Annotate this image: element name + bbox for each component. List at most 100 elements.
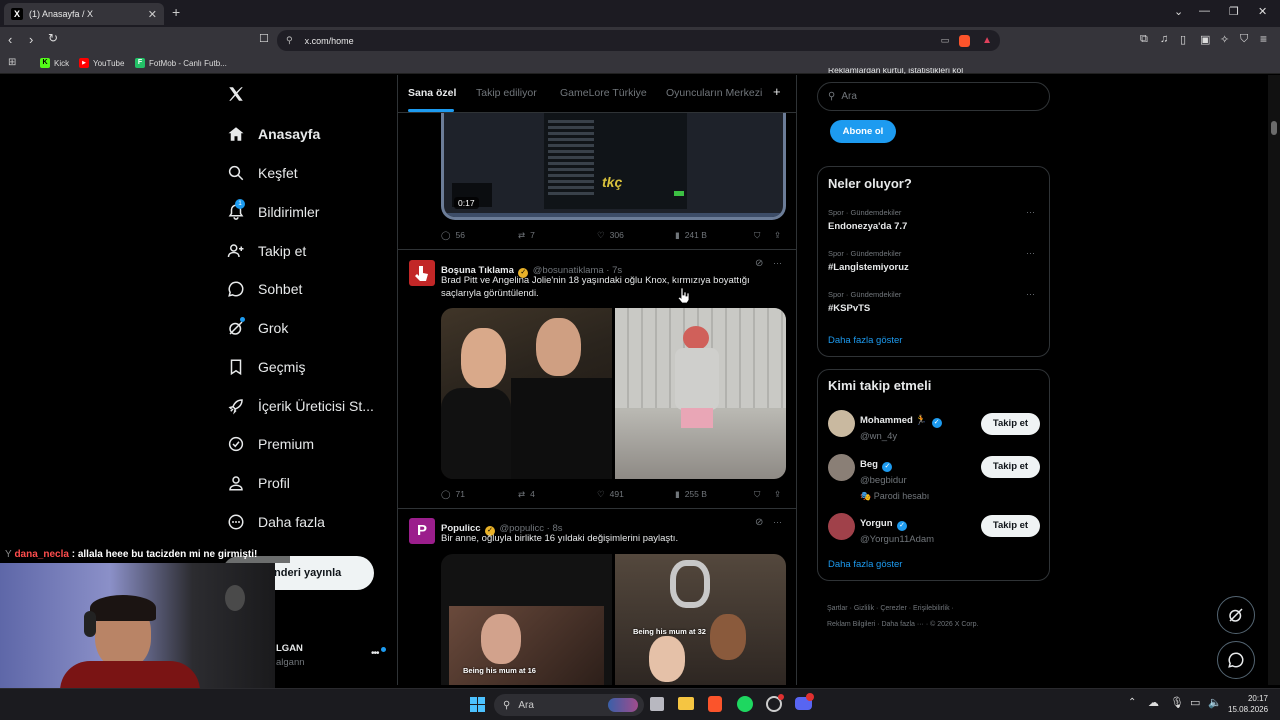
forward-icon[interactable]: › [29,32,33,47]
share-icon[interactable]: ⇪ [774,489,781,500]
trends-show-more-link[interactable]: Daha fazla göster [828,335,902,346]
suggestion-user[interactable]: Beg ✓ @begbidur 🎭 Parodi hesabı [860,454,929,502]
grok-float-button[interactable] [1217,596,1255,634]
tweet-photo-2[interactable] [615,308,786,479]
page-scrollbar[interactable] [1268,75,1280,685]
views-button[interactable]: ▮ 255 B [675,489,707,500]
site-info-icon[interactable]: ⚲ [286,35,293,46]
menu-icon[interactable]: ≡ [1260,32,1267,46]
follow-button[interactable]: Takip et [981,515,1040,537]
add-tab-icon[interactable]: + [773,84,781,99]
messages-float-button[interactable] [1217,641,1255,679]
file-explorer-icon[interactable] [678,697,694,710]
media-icon[interactable]: ♫ [1160,33,1168,45]
brave-shield-icon[interactable] [959,34,971,47]
tray-chevron-icon[interactable]: ⌃ [1128,697,1136,708]
like-button[interactable]: ♡ 306 [597,230,624,241]
bookmark-page-icon[interactable]: ☐ [259,32,269,45]
avatar[interactable] [828,454,855,481]
footer-link-ads[interactable]: Reklam Bilgileri [827,621,875,628]
browser-tab[interactable]: X (1) Anasayfa / X ✕ [4,3,164,25]
volume-icon[interactable]: 🔈 [1208,696,1222,709]
reload-icon[interactable]: ↻ [48,31,58,45]
nav-more[interactable]: Daha fazla [226,507,325,537]
brave-browser-icon[interactable] [708,696,722,712]
wallet-icon[interactable]: ▣ [1200,33,1210,46]
tweet-video[interactable]: tkç 0:17 [441,113,786,220]
tweet-photo-4[interactable]: Being his mum at 32 [615,554,786,685]
retweet-button[interactable]: ⇄ 4 [518,489,535,500]
who-show-more-link[interactable]: Daha fazla göster [828,559,902,570]
nav-profile[interactable]: Profil [226,468,290,498]
tab-oyuncularin-merkezi[interactable]: Oyuncuların Merkezi [666,87,762,99]
taskbar-search[interactable]: ⚲ Ara [494,694,644,716]
minimize-icon[interactable]: — [1199,5,1210,17]
share-icon[interactable]: ⇪ [774,230,781,241]
footer-link-privacy[interactable]: Gizlilik [854,605,874,612]
nav-bookmarks[interactable]: Geçmiş [226,352,305,382]
reply-button[interactable]: ◯ 56 [441,230,465,241]
reply-button[interactable]: ◯ 71 [441,489,465,500]
sidebar-icon[interactable]: ▯ [1180,33,1186,46]
x-logo-icon[interactable] [227,85,245,108]
address-bar[interactable]: ⚲ x.com/home ▭ ▲ [277,30,1000,51]
nav-home[interactable]: Anasayfa [226,119,320,149]
new-tab-button[interactable]: + [172,4,180,20]
trend-item[interactable]: Spor · Gündemdekiler #Langİstemiyoruz [828,249,909,273]
extensions-icon[interactable]: ⧉ [1140,33,1148,46]
tab-for-you[interactable]: Sana özel [408,87,456,99]
bookmark-button[interactable]: ⛉ [754,230,760,241]
maximize-icon[interactable]: ❐ [1229,5,1239,18]
back-icon[interactable]: ‹ [8,32,12,47]
suggestion-user[interactable]: Mohammed 🏃 ✓ @wn_4y [860,410,942,442]
nav-chat[interactable]: Sohbet [226,274,302,304]
avatar[interactable] [828,513,855,540]
trend-more-icon[interactable]: ··· [1026,248,1035,258]
brave-rewards-icon[interactable]: ▲ [982,35,992,46]
follow-button[interactable]: Takip et [981,413,1040,435]
bookmark-button[interactable]: ⛉ [754,489,760,500]
account-switcher[interactable]: LGAN algann [276,643,305,668]
tab-following[interactable]: Takip ediliyor [476,87,537,99]
avatar[interactable] [409,260,435,286]
subscribe-button[interactable]: Abone ol [830,120,896,143]
taskbar-clock[interactable]: 20:17 15.08.2026 [1228,693,1268,715]
nav-notifications[interactable]: 1 Bildirimler [226,197,319,227]
grok-explain-icon[interactable]: ⊘ [755,517,763,528]
trend-item[interactable]: Spor · Gündemdekiler #KSPvTS [828,290,901,314]
task-view-icon[interactable] [650,697,664,711]
follow-button[interactable]: Takip et [981,456,1040,478]
like-button[interactable]: ♡ 491 [597,489,624,500]
footer-link-cookies[interactable]: Çerezler [880,605,906,612]
apps-grid-icon[interactable]: ⊞ [8,57,16,68]
nav-explore[interactable]: Keşfet [226,158,298,188]
bookmark-youtube[interactable]: ▶ YouTube [79,58,124,68]
footer-link-accessibility[interactable]: Erişilebilirlik [913,605,950,612]
bookmark-kick[interactable]: K Kick [40,58,69,68]
tray-app-icon[interactable]: ☁ [1148,696,1159,709]
avatar[interactable] [828,410,855,437]
spotify-icon[interactable] [737,696,753,712]
microphone-icon[interactable]: 🎙 [1170,696,1184,709]
trend-more-icon[interactable]: ··· [1026,207,1035,217]
scrollbar-thumb[interactable] [1271,121,1277,135]
bookmark-fotmob[interactable]: F FotMob - Canlı Futb... [135,58,227,68]
tab-gamelore[interactable]: GameLore Türkiye [560,87,647,99]
grok-explain-icon[interactable]: ⊘ [755,258,763,269]
nav-grok[interactable]: Grok [226,313,288,343]
nav-premium[interactable]: Premium [226,429,314,459]
tweet-more-icon[interactable]: ··· [773,517,782,527]
trend-more-icon[interactable]: ··· [1026,289,1035,299]
chevron-down-icon[interactable]: ⌄ [1174,5,1183,18]
footer-link-terms[interactable]: Şartlar [827,605,848,612]
windows-start-icon[interactable] [470,697,485,712]
vpn-icon[interactable]: ⛉ [1240,33,1248,46]
close-window-icon[interactable]: ✕ [1258,5,1267,18]
footer-link-more[interactable]: Daha fazla ··· [881,621,923,628]
tweet-photo-1[interactable] [441,308,612,479]
suggestion-user[interactable]: Yorgun ✓ @Yorgun11Adam [860,513,934,545]
tweet-more-icon[interactable]: ··· [773,258,782,268]
retweet-button[interactable]: ⇄ 7 [518,230,535,241]
close-tab-icon[interactable]: ✕ [148,8,157,21]
cast-icon[interactable]: ▭ [941,35,950,46]
